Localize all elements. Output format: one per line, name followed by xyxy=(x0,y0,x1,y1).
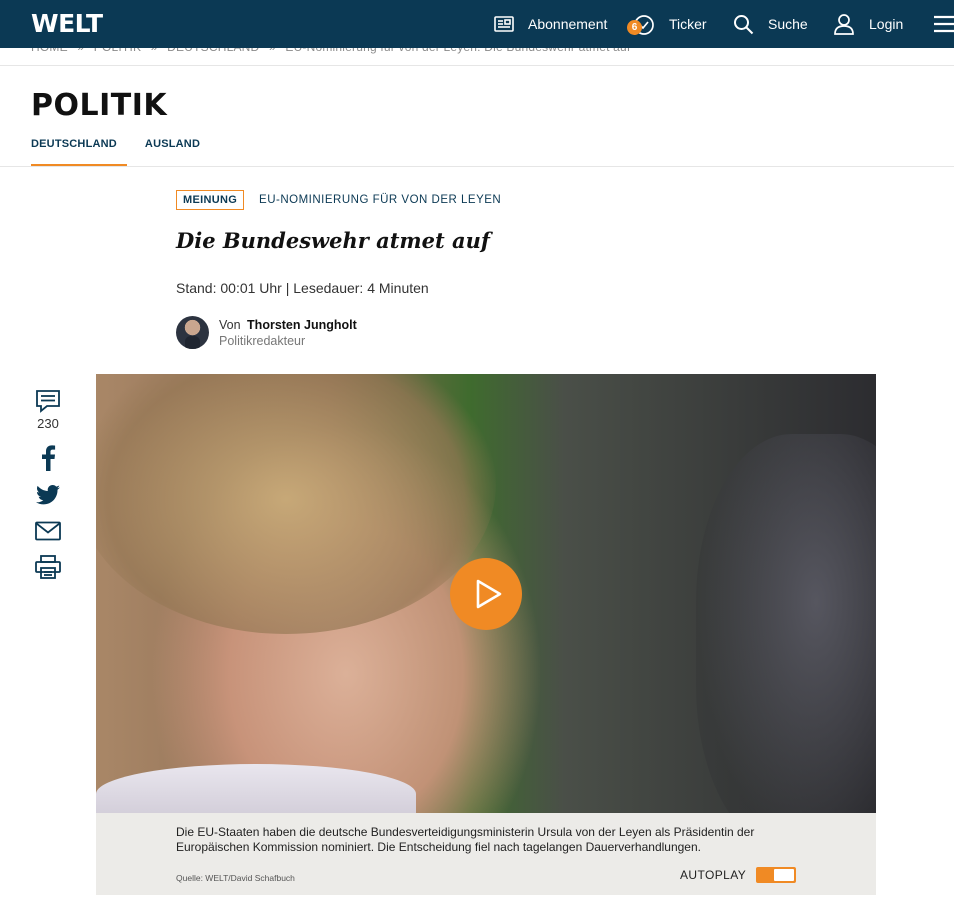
author-avatar[interactable] xyxy=(176,316,209,349)
search-icon xyxy=(734,14,754,34)
welt-logo[interactable]: WELT xyxy=(31,9,103,38)
comment-icon xyxy=(36,390,60,413)
comments-button[interactable]: 230 xyxy=(30,388,66,431)
print-icon xyxy=(35,555,61,579)
search-label: Suche xyxy=(768,16,808,32)
divider xyxy=(0,65,954,66)
autoplay-control[interactable]: AUTOPLAY xyxy=(680,867,797,883)
user-icon xyxy=(834,14,854,35)
video-player[interactable] xyxy=(96,374,876,814)
tab-deutschland[interactable]: DEUTSCHLAND xyxy=(31,138,127,167)
video-still-hair xyxy=(96,374,496,634)
play-icon xyxy=(476,579,501,609)
video-still-collar xyxy=(96,764,416,814)
search-link[interactable]: Suche xyxy=(733,0,808,48)
autoplay-toggle[interactable] xyxy=(756,867,797,883)
ticker-label: Ticker xyxy=(669,16,707,32)
section-title: POLITIK xyxy=(31,88,168,123)
email-share-button[interactable] xyxy=(30,521,66,541)
subscription-label: Abonnement xyxy=(528,16,608,32)
video-source: Quelle: WELT/David Schafbuch xyxy=(176,873,295,883)
facebook-share-button[interactable] xyxy=(30,445,66,471)
author-prefix: Von xyxy=(219,317,241,332)
top-navigation-bar: WELT Abonnement 6 Ticker Suche Login xyxy=(0,0,954,48)
menu-button[interactable] xyxy=(934,0,954,48)
article-meta: Stand: 00:01 Uhr | Lesedauer: 4 Minuten xyxy=(176,280,429,296)
article-topic[interactable]: EU-NOMINIERUNG FÜR VON DER LEYEN xyxy=(259,194,501,206)
autoplay-label: AUTOPLAY xyxy=(680,868,747,882)
opinion-tag[interactable]: MEINUNG xyxy=(176,190,245,210)
twitter-icon xyxy=(36,485,60,505)
ticker-link[interactable]: 6 Ticker xyxy=(627,0,707,48)
subscription-link[interactable]: Abonnement xyxy=(494,0,607,48)
login-label: Login xyxy=(869,16,904,32)
video-caption: Die EU-Staaten haben die deutsche Bundes… xyxy=(176,825,755,854)
twitter-share-button[interactable] xyxy=(30,485,66,505)
comment-count: 230 xyxy=(37,416,59,431)
author-byline[interactable]: Von Thorsten Jungholt Politikredakteur xyxy=(176,316,357,349)
divider xyxy=(0,166,954,167)
print-button[interactable] xyxy=(30,555,66,579)
play-button[interactable] xyxy=(450,558,522,630)
autoplay-toggle-knob xyxy=(774,869,795,881)
newspaper-icon xyxy=(494,16,514,32)
login-link[interactable]: Login xyxy=(833,0,903,48)
video-caption-box: Die EU-Staaten haben die deutsche Bundes… xyxy=(96,813,876,895)
author-role: Politikredakteur xyxy=(219,333,306,348)
video-still-background-figure xyxy=(696,434,876,814)
ticker-badge: 6 xyxy=(627,20,642,35)
author-name[interactable]: Thorsten Jungholt xyxy=(247,318,357,332)
article-headline: Die Bundeswehr atmet auf xyxy=(176,228,490,253)
article-kicker: MEINUNG EU-NOMINIERUNG FÜR VON DER LEYEN xyxy=(176,190,501,210)
section-tabs: DEUTSCHLAND AUSLAND xyxy=(31,138,218,167)
tab-ausland[interactable]: AUSLAND xyxy=(145,138,200,167)
facebook-icon xyxy=(42,445,56,471)
hamburger-menu-icon xyxy=(934,15,954,33)
mail-icon xyxy=(35,521,61,541)
share-sidebar: 230 xyxy=(30,388,66,579)
